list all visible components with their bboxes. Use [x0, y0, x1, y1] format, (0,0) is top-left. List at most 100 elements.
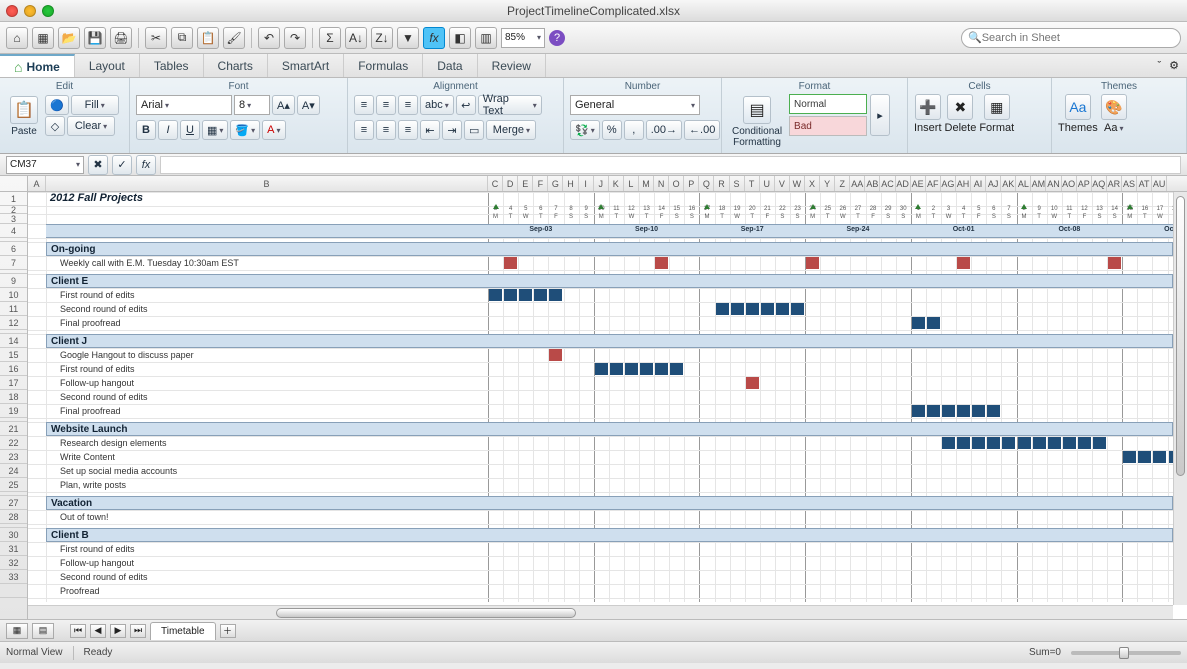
font-name-dropdown[interactable]: Arial: [136, 95, 232, 115]
clear-dropdown[interactable]: Clear: [67, 116, 115, 136]
home-icon[interactable]: ⌂: [6, 27, 28, 49]
copy-icon[interactable]: ⧉: [171, 27, 193, 49]
row-header[interactable]: 4: [0, 224, 27, 238]
col-header[interactable]: AK: [1001, 176, 1016, 191]
tab-prev-icon[interactable]: ◀: [90, 624, 106, 638]
border-dropdown[interactable]: ▦: [202, 120, 228, 140]
col-header[interactable]: M: [639, 176, 654, 191]
row-header[interactable]: 10: [0, 288, 27, 302]
search-input[interactable]: [982, 32, 1174, 44]
col-header[interactable]: J: [594, 176, 609, 191]
insert-button[interactable]: ➕Insert: [914, 94, 942, 134]
row-header[interactable]: 28: [0, 510, 27, 524]
grid-area[interactable]: 2012 Fall Projects3456789101112131415161…: [28, 192, 1173, 605]
increase-indent-icon[interactable]: ⇥: [442, 120, 462, 140]
col-header[interactable]: U: [760, 176, 775, 191]
gear-icon[interactable]: ⚙: [1169, 59, 1179, 72]
decrease-font-icon[interactable]: A▾: [297, 95, 320, 115]
fill-color-dropdown[interactable]: 🪣: [230, 120, 260, 140]
row-header[interactable]: [0, 584, 27, 598]
col-header[interactable]: A: [28, 176, 46, 191]
tab-first-icon[interactable]: ⏮: [70, 624, 86, 638]
row-header[interactable]: 15: [0, 348, 27, 362]
row-header[interactable]: 3: [0, 214, 27, 224]
styles-more-icon[interactable]: ▸: [870, 94, 890, 136]
clear-button[interactable]: ◇: [45, 116, 65, 136]
decrease-indent-icon[interactable]: ⇤: [420, 120, 440, 140]
sort-az-icon[interactable]: A↓: [345, 27, 367, 49]
col-header[interactable]: AN: [1046, 176, 1061, 191]
col-header[interactable]: AI: [971, 176, 986, 191]
align-center-icon[interactable]: ≡: [376, 120, 396, 140]
fill-dropdown[interactable]: Fill: [71, 95, 119, 115]
view-normal-icon[interactable]: ▦: [6, 623, 28, 639]
col-header[interactable]: T: [745, 176, 760, 191]
sheet-tab-timetable[interactable]: Timetable: [150, 622, 216, 640]
col-header[interactable]: L: [624, 176, 639, 191]
col-header[interactable]: F: [533, 176, 548, 191]
col-header[interactable]: AR: [1107, 176, 1122, 191]
horizontal-scrollbar[interactable]: [28, 605, 1173, 619]
col-header[interactable]: AE: [911, 176, 926, 191]
save-icon[interactable]: 💾: [84, 27, 106, 49]
col-header[interactable]: AD: [896, 176, 911, 191]
row-header[interactable]: 11: [0, 302, 27, 316]
col-header[interactable]: R: [714, 176, 729, 191]
row-header[interactable]: 19: [0, 404, 27, 418]
row-header[interactable]: 18: [0, 390, 27, 404]
col-header[interactable]: K: [609, 176, 624, 191]
col-header[interactable]: AO: [1062, 176, 1077, 191]
col-header[interactable]: G: [548, 176, 563, 191]
autosum-icon[interactable]: Σ: [319, 27, 341, 49]
paste-button[interactable]: 📋Paste: [6, 94, 42, 139]
fx-button[interactable]: fx: [136, 155, 156, 175]
col-header[interactable]: AT: [1137, 176, 1152, 191]
col-header[interactable]: P: [684, 176, 699, 191]
row-header[interactable]: 30: [0, 528, 27, 542]
fill-button[interactable]: 🔵: [45, 95, 69, 115]
align-middle-icon[interactable]: ≡: [376, 95, 396, 115]
col-header[interactable]: Q: [699, 176, 714, 191]
merge-icon[interactable]: ▭: [464, 120, 484, 140]
formula-input[interactable]: [160, 156, 1181, 174]
col-header[interactable]: V: [775, 176, 790, 191]
col-header[interactable]: AB: [865, 176, 880, 191]
row-header[interactable]: 17: [0, 376, 27, 390]
accept-formula-icon[interactable]: ✓: [112, 155, 132, 175]
currency-dropdown[interactable]: 💱: [570, 120, 600, 140]
col-header[interactable]: AF: [926, 176, 941, 191]
tab-next-icon[interactable]: ▶: [110, 624, 126, 638]
search-box[interactable]: 🔍: [961, 28, 1181, 48]
decrease-decimal-icon[interactable]: ←.00: [684, 120, 720, 140]
show-hide-icon[interactable]: ▥: [475, 27, 497, 49]
tab-review[interactable]: Review: [478, 54, 546, 77]
theme-colors-button[interactable]: 🎨Aa: [1101, 94, 1127, 134]
print-icon[interactable]: 🖨: [110, 27, 132, 49]
align-bottom-icon[interactable]: ≡: [398, 95, 418, 115]
col-header[interactable]: AL: [1016, 176, 1031, 191]
row-header[interactable]: 23: [0, 450, 27, 464]
collapse-icon[interactable]: ˇ: [1157, 60, 1161, 72]
col-header[interactable]: AM: [1031, 176, 1046, 191]
row-header[interactable]: 25: [0, 478, 27, 492]
col-header[interactable]: B: [46, 176, 488, 191]
workbook-icon[interactable]: ▦: [32, 27, 54, 49]
percent-button[interactable]: %: [602, 120, 622, 140]
italic-button[interactable]: I: [158, 120, 178, 140]
col-header[interactable]: D: [503, 176, 518, 191]
conditional-formatting-button[interactable]: ▤Conditional Formatting: [728, 94, 786, 150]
vertical-scrollbar[interactable]: [1173, 192, 1187, 605]
delete-button[interactable]: ✖Delete: [945, 94, 977, 134]
col-header[interactable]: AC: [880, 176, 895, 191]
view-page-icon[interactable]: ▤: [32, 623, 54, 639]
increase-decimal-icon[interactable]: .00→: [646, 120, 682, 140]
col-header[interactable]: H: [563, 176, 578, 191]
align-left-icon[interactable]: ≡: [354, 120, 374, 140]
row-header[interactable]: 12: [0, 316, 27, 330]
col-header[interactable]: Z: [835, 176, 850, 191]
tab-charts[interactable]: Charts: [204, 54, 268, 77]
row-header[interactable]: 33: [0, 570, 27, 584]
col-header[interactable]: N: [654, 176, 669, 191]
row-header[interactable]: 24: [0, 464, 27, 478]
zoom-slider[interactable]: [1071, 651, 1181, 655]
